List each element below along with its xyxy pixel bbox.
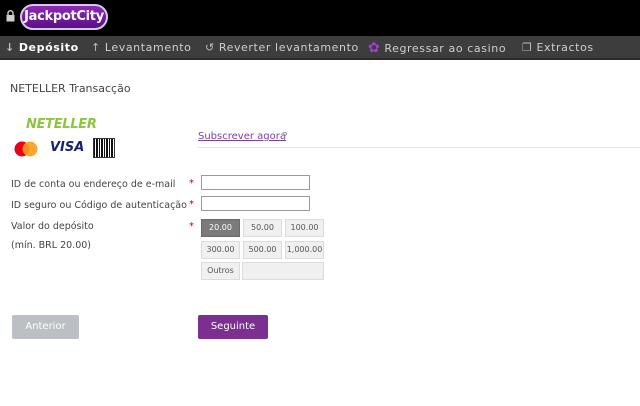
secure-id-input[interactable] <box>201 196 310 211</box>
lock-icon <box>6 10 15 22</box>
account-id-input[interactable] <box>201 175 310 190</box>
page-title: NETELLER Transacção <box>10 82 131 95</box>
nav-levantamento[interactable]: ↑ Levantamento <box>91 36 192 60</box>
account-id-label: ID de conta ou endereço de e-mail <box>11 179 176 190</box>
amount-option[interactable]: 100.00 <box>285 219 324 237</box>
visa-logo: VISA <box>50 140 85 155</box>
jackpotcity-logo[interactable]: JackpotCity <box>20 4 108 30</box>
nav-regressar-casino[interactable]: ✿ Regressar ao casino <box>368 36 506 60</box>
other-amount-button[interactable]: Outros <box>201 262 240 280</box>
mastercard-icon <box>14 141 38 157</box>
other-amount-input[interactable] <box>242 262 324 280</box>
deposit-amount-label: Valor do depósito <box>11 221 94 232</box>
arrow-down-icon: ↓ <box>5 41 15 54</box>
secure-id-label: ID seguro ou Código de autenticação <box>11 200 187 211</box>
amount-option[interactable]: 50.00 <box>243 219 282 237</box>
undo-icon: ↺ <box>205 41 215 54</box>
required-mark: * <box>189 221 194 232</box>
divider <box>198 147 640 148</box>
next-button[interactable]: Seguinte <box>198 315 268 339</box>
top-bar: JackpotCity <box>0 0 640 36</box>
nav-extractos[interactable]: ❐ Extractos <box>522 36 594 60</box>
amount-option[interactable]: 300.00 <box>201 241 240 259</box>
amount-option[interactable]: 1,000.00 <box>285 241 324 259</box>
arrow-up-icon: ↑ <box>91 41 101 54</box>
required-mark: * <box>189 199 194 210</box>
previous-button[interactable]: Anterior <box>12 315 79 339</box>
help-icon[interactable]: ? <box>282 130 288 143</box>
boleto-barcode-icon <box>93 138 115 158</box>
nav-reverter-levantamento[interactable]: ↺ Reverter levantamento <box>205 36 359 60</box>
amount-option[interactable]: 20.00 <box>201 219 240 237</box>
min-amount-label: (mín. BRL 20.00) <box>11 240 91 251</box>
main-nav: ↓ Depósito ↑ Levantamento ↺ Reverter levant… <box>0 36 640 60</box>
neteller-logo: NETELLER <box>26 117 97 132</box>
amount-option[interactable]: 500.00 <box>243 241 282 259</box>
subscribe-link[interactable]: Subscrever agora <box>198 131 286 142</box>
document-icon: ❐ <box>522 41 533 54</box>
nav-deposito[interactable]: ↓ Depósito <box>5 36 79 60</box>
required-mark: * <box>189 178 194 189</box>
casino-chip-icon: ✿ <box>368 40 381 56</box>
